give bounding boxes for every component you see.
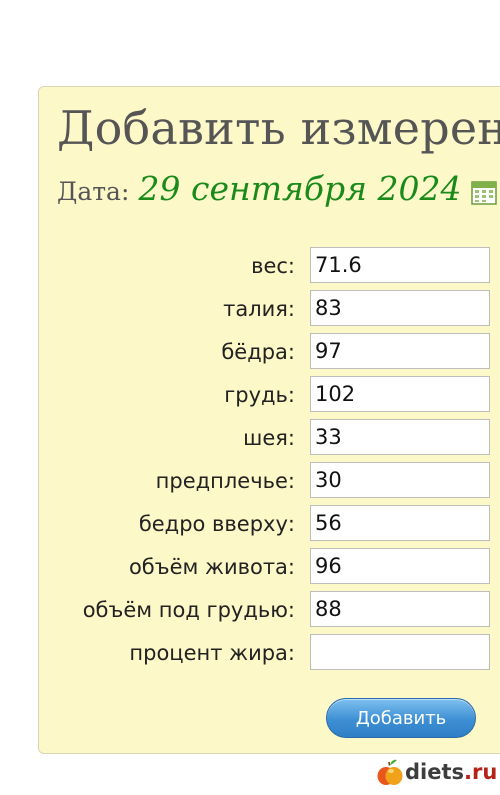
field-label: предплечье: <box>155 469 295 493</box>
underbust-input[interactable] <box>310 591 490 627</box>
date-row: Дата: 29 сентября 2024 <box>57 169 461 208</box>
field-row-belly: объём живота: <box>39 548 500 586</box>
belly-input[interactable] <box>310 548 490 584</box>
brand-logo[interactable]: diets.ru <box>376 757 497 787</box>
field-row-forearm: предплечье: <box>39 462 500 500</box>
upper-thigh-input[interactable] <box>310 505 490 541</box>
add-button[interactable]: Добавить <box>326 698 476 738</box>
field-label: грудь: <box>224 383 295 407</box>
field-row-underbust: объём под грудью: <box>39 591 500 629</box>
page-title: Добавить измерения <box>57 101 500 155</box>
waist-input[interactable] <box>310 290 490 326</box>
date-value[interactable]: 29 сентября 2024 <box>138 169 461 208</box>
field-row-neck: шея: <box>39 419 500 457</box>
weight-input[interactable] <box>310 247 490 283</box>
neck-input[interactable] <box>310 419 490 455</box>
field-label: бедро вверху: <box>138 512 295 536</box>
brand-name: diets.ru <box>405 760 498 784</box>
forearm-input[interactable] <box>310 462 490 498</box>
field-label: талия: <box>223 297 295 321</box>
field-row-waist: талия: <box>39 290 500 328</box>
field-row-body-fat: процент жира: <box>39 634 500 672</box>
field-row-chest: грудь: <box>39 376 500 414</box>
measurement-panel: Добавить измерения Дата: 29 сентября 202… <box>38 86 500 754</box>
field-label: вес: <box>251 254 295 278</box>
field-label: процент жира: <box>129 641 295 665</box>
field-label: шея: <box>243 426 295 450</box>
field-row-upper-thigh: бедро вверху: <box>39 505 500 543</box>
hips-input[interactable] <box>310 333 490 369</box>
field-row-hips: бёдра: <box>39 333 500 371</box>
field-row-weight: вес: <box>39 247 500 285</box>
field-label: бёдра: <box>221 340 295 364</box>
calendar-icon[interactable] <box>471 179 497 205</box>
field-label: объём живота: <box>128 555 295 579</box>
date-label: Дата: <box>57 177 130 206</box>
apple-logo-icon <box>377 759 403 785</box>
body-fat-input[interactable] <box>310 634 490 670</box>
field-label: объём под грудью: <box>82 598 295 622</box>
chest-input[interactable] <box>310 376 490 412</box>
